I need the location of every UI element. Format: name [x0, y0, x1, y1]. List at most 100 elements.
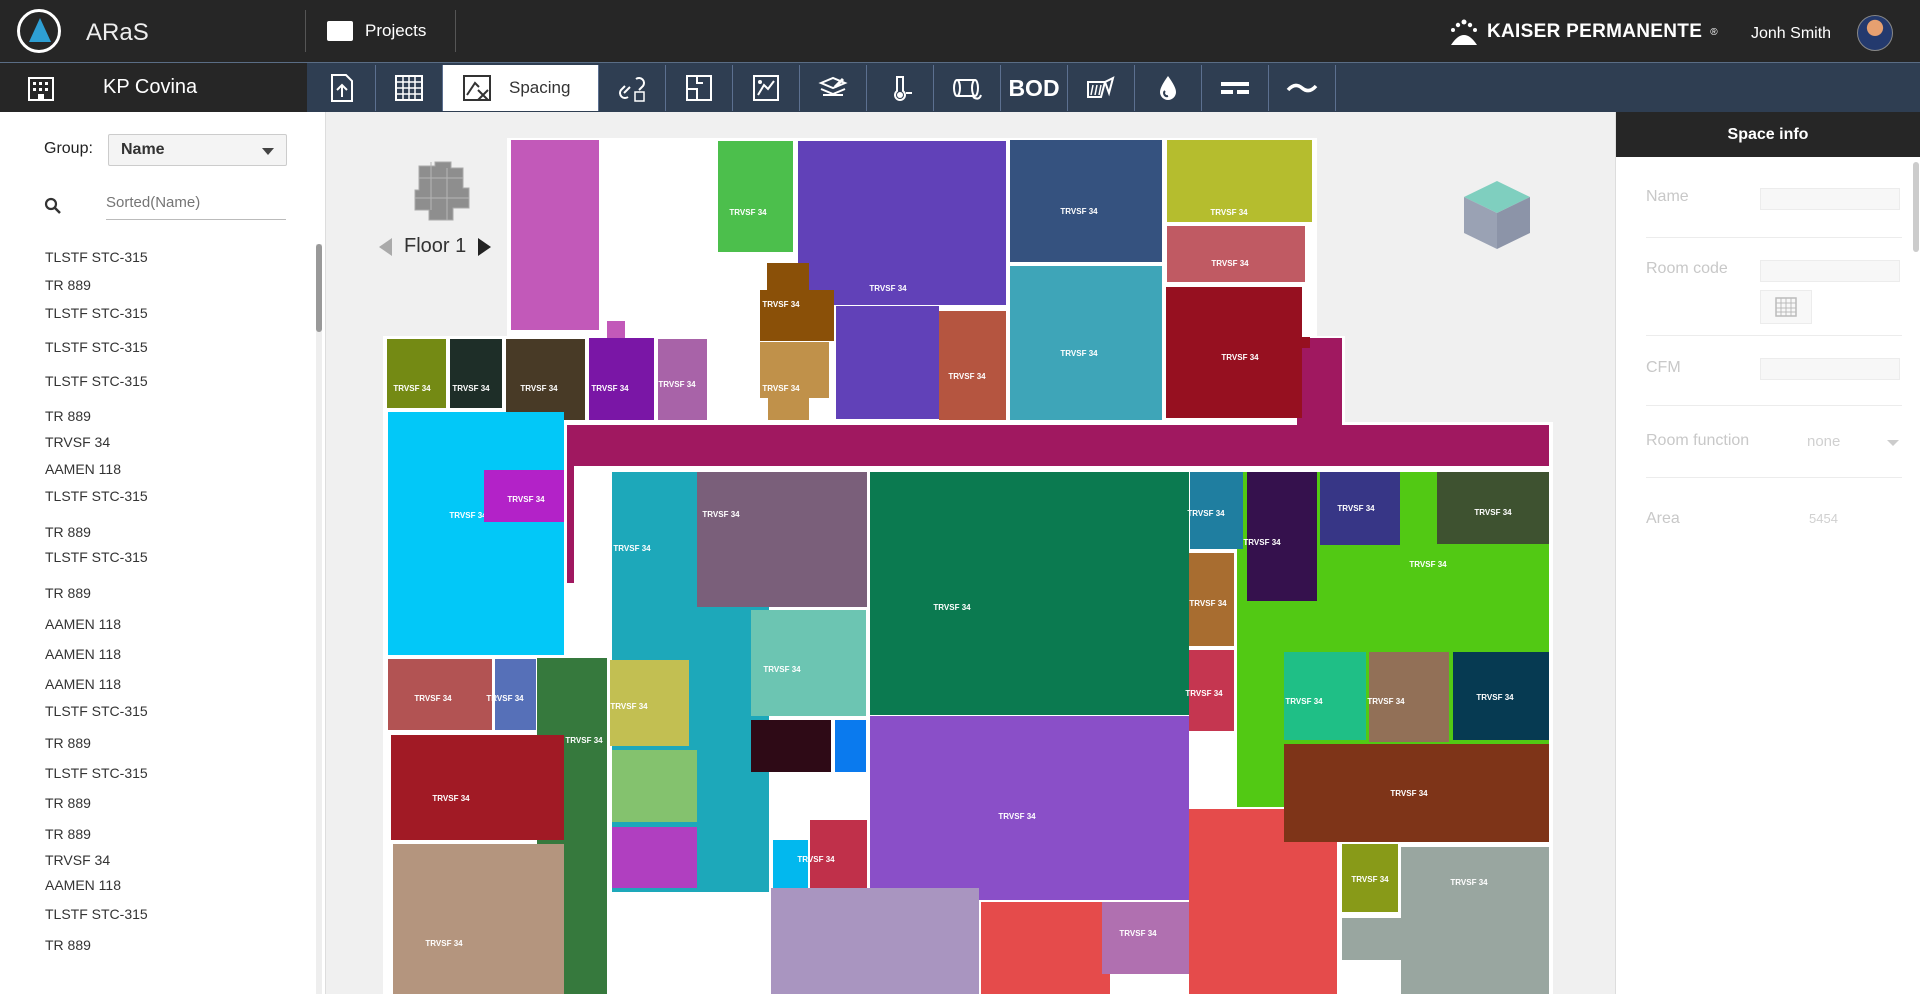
room[interactable]: TRVSF 34	[388, 659, 492, 730]
room-shape[interactable]	[1247, 472, 1317, 601]
import-file-button[interactable]	[309, 65, 376, 111]
room-shape[interactable]	[506, 339, 585, 420]
room[interactable]: TRVSF 34	[388, 412, 564, 655]
floor-plan[interactable]: TRVSF 34 TRVSF 34 TRVSF 34 TRVSF 34 TRVSF 34…	[327, 112, 1615, 994]
room[interactable]: TRVSF 34	[1243, 472, 1317, 601]
bod-button[interactable]: BOD	[1001, 65, 1068, 111]
room-shape[interactable]	[697, 472, 867, 607]
room[interactable]: TRVSF 34	[1437, 472, 1549, 544]
room[interactable]	[773, 840, 808, 888]
user-name[interactable]: Jonh Smith	[1751, 25, 1831, 43]
room[interactable]: TRVSF 34	[1453, 652, 1549, 740]
scrollbar-track[interactable]	[316, 244, 322, 994]
water-button[interactable]	[1135, 65, 1202, 111]
calendar-button[interactable]	[1760, 290, 1812, 324]
room-shape[interactable]	[718, 141, 793, 252]
room-function-select[interactable]: none	[1807, 433, 1840, 450]
room-shape[interactable]	[767, 263, 809, 291]
name-field[interactable]	[1760, 188, 1900, 210]
duct-button[interactable]	[934, 65, 1001, 111]
list-item[interactable]: TR 889	[45, 408, 91, 424]
list-item[interactable]: TRVSF 34	[45, 434, 110, 450]
list-item[interactable]: AAMEN 118	[45, 616, 121, 632]
room[interactable]: TRVSF 34	[939, 311, 1006, 420]
scrollbar-thumb[interactable]	[1913, 162, 1919, 252]
room-shape[interactable]	[751, 610, 866, 716]
room-shape[interactable]	[589, 338, 654, 420]
room-shape[interactable]	[768, 397, 809, 420]
cfm-field[interactable]	[1760, 358, 1900, 380]
room[interactable]: TRVSF 34	[393, 844, 564, 994]
projects-button[interactable]: Projects	[327, 14, 426, 48]
link-button[interactable]	[599, 65, 666, 111]
spacing-tab[interactable]: Spacing	[443, 65, 599, 111]
room-shape[interactable]	[981, 902, 1110, 994]
thermal-button[interactable]	[867, 65, 934, 111]
room-shape[interactable]	[388, 412, 564, 655]
list-item[interactable]: TR 889	[45, 735, 91, 751]
wave-button[interactable]	[1269, 65, 1336, 111]
room-shape[interactable]	[511, 140, 599, 330]
room[interactable]: TRVSF 34	[506, 339, 585, 420]
list-item[interactable]: AAMEN 118	[45, 877, 121, 893]
room[interactable]	[612, 750, 697, 822]
room-shape[interactable]	[870, 716, 1189, 900]
list-item[interactable]: TR 889	[45, 585, 91, 601]
avatar[interactable]	[1857, 15, 1893, 51]
list-item[interactable]: TLSTF STC-315	[45, 765, 148, 781]
lines-button[interactable]	[1202, 65, 1269, 111]
room-shape[interactable]	[751, 720, 831, 772]
list-item[interactable]: TRVSF 34	[45, 852, 110, 868]
list-item[interactable]: TR 889	[45, 826, 91, 842]
room[interactable]	[835, 720, 866, 772]
room[interactable]: TRVSF 34	[697, 472, 867, 607]
room-shape[interactable]	[387, 339, 446, 408]
list-item[interactable]: TLSTF STC-315	[45, 249, 148, 265]
room-shape[interactable]	[1010, 140, 1162, 262]
list-item[interactable]: TR 889	[45, 795, 91, 811]
room-shape[interactable]	[1297, 338, 1342, 425]
room-shape[interactable]	[771, 888, 979, 994]
chevron-down-icon[interactable]	[1887, 440, 1899, 446]
room-shape[interactable]	[870, 472, 1189, 715]
list-item[interactable]: AAMEN 118	[45, 646, 121, 662]
room[interactable]	[612, 827, 697, 888]
list-item[interactable]: TR 889	[45, 277, 91, 293]
room[interactable]	[751, 720, 831, 772]
room-shape[interactable]	[939, 311, 1006, 420]
room-shape[interactable]	[391, 735, 564, 840]
room-shape[interactable]	[1342, 918, 1401, 960]
room[interactable]: TRVSF 34	[1167, 226, 1305, 282]
scrollbar-thumb[interactable]	[316, 244, 322, 332]
list-item[interactable]: TR 889	[45, 937, 91, 953]
room[interactable]: TRVSF 34	[718, 141, 793, 252]
room[interactable]: TRVSF 34	[1166, 287, 1310, 418]
room-shape[interactable]	[1102, 902, 1189, 974]
room[interactable]: TRVSF 34	[610, 660, 689, 746]
floorplan-button[interactable]	[666, 65, 733, 111]
aras-logo-icon[interactable]	[17, 9, 61, 53]
search-input[interactable]	[106, 194, 286, 220]
list-item[interactable]: TLSTF STC-315	[45, 305, 148, 321]
equipment-button[interactable]	[1068, 65, 1135, 111]
room-shape[interactable]	[798, 141, 1006, 305]
room-shape[interactable]	[1401, 847, 1549, 994]
room[interactable]: TRVSF 34	[484, 470, 564, 522]
room-shape[interactable]	[810, 820, 867, 888]
room[interactable]: TRVSF 34	[589, 338, 654, 420]
room[interactable]: TRVSF 34	[870, 472, 1189, 715]
room[interactable]: TRVSF 34	[1187, 472, 1243, 549]
room-shape[interactable]	[567, 425, 1549, 466]
list-item[interactable]: TLSTF STC-315	[45, 703, 148, 719]
list-item[interactable]: TLSTF STC-315	[45, 549, 148, 565]
zone-button[interactable]	[733, 65, 800, 111]
room[interactable]	[771, 888, 979, 994]
room-shape[interactable]	[567, 466, 574, 583]
room-shape[interactable]	[612, 827, 697, 888]
grid-table-button[interactable]	[376, 65, 443, 111]
room-shape[interactable]	[836, 306, 939, 419]
room[interactable]: TRVSF 34	[1320, 472, 1400, 545]
room[interactable]: TRVSF 34	[1010, 266, 1162, 420]
room-shape[interactable]	[612, 750, 697, 822]
list-item[interactable]: AAMEN 118	[45, 676, 121, 692]
